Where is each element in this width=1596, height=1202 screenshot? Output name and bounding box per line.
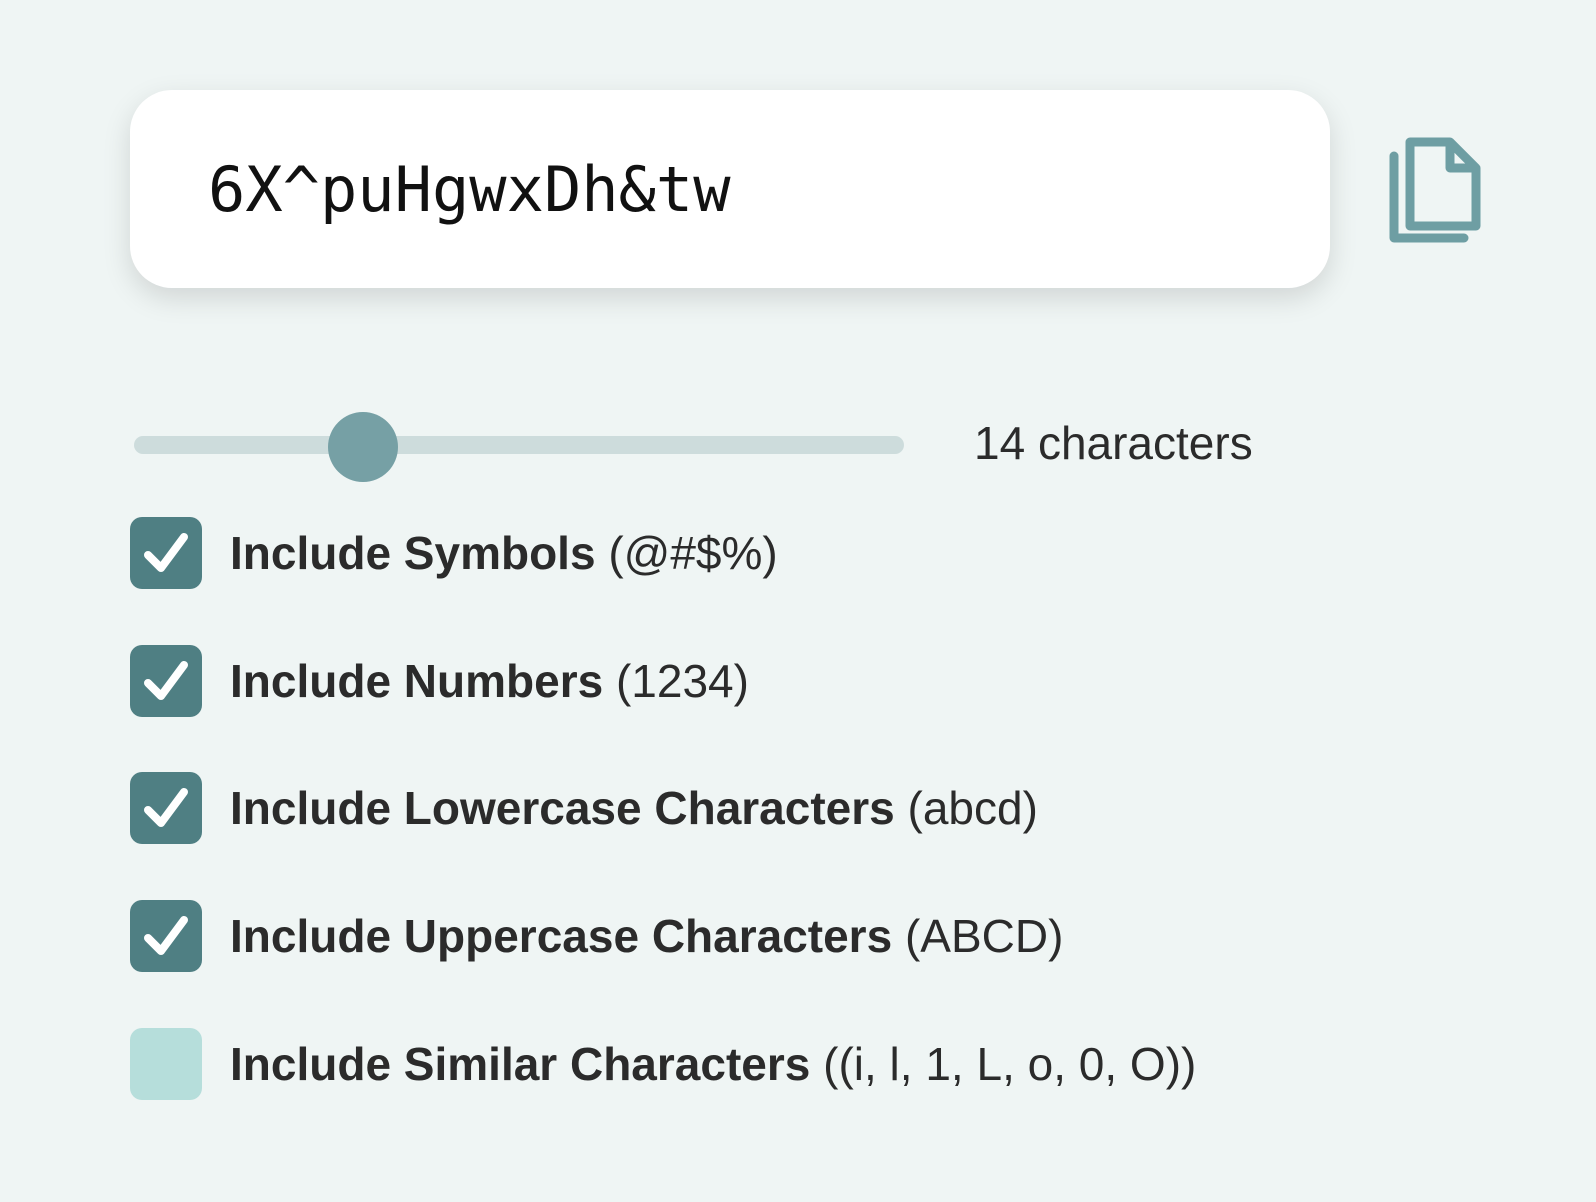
length-label: 14 characters (974, 417, 1253, 469)
option-include-symbols[interactable]: Include Symbols (@#$%) (130, 516, 778, 590)
option-label: Include Similar Characters ((i, l, 1, L,… (230, 1038, 1197, 1090)
checkbox-numbers[interactable] (130, 645, 202, 717)
option-include-similar[interactable]: Include Similar Characters ((i, l, 1, L,… (130, 1027, 1196, 1101)
checkbox-symbols[interactable] (130, 517, 202, 589)
checkbox-lowercase[interactable] (130, 772, 202, 844)
option-include-lowercase[interactable]: Include Lowercase Characters (abcd) (130, 771, 1038, 845)
checkmark-icon (144, 661, 188, 700)
checkmark-icon (144, 533, 188, 572)
option-label: Include Symbols (@#$%) (230, 527, 778, 579)
option-include-numbers[interactable]: Include Numbers (1234) (130, 644, 749, 718)
copy-button[interactable] (1384, 134, 1484, 246)
checkbox-similar[interactable] (130, 1028, 202, 1100)
slider-thumb[interactable] (328, 412, 399, 482)
checkmark-icon (144, 916, 188, 955)
checkmark-icon (144, 788, 188, 827)
length-slider[interactable] (134, 412, 904, 482)
option-label: Include Uppercase Characters (ABCD) (230, 910, 1064, 962)
slider-track[interactable] (134, 436, 904, 454)
password-text: 6X^puHgwxDh&tw (208, 152, 731, 226)
password-output[interactable]: 6X^puHgwxDh&tw (130, 90, 1330, 288)
copy-icon (1389, 137, 1481, 243)
checkbox-uppercase[interactable] (130, 900, 202, 972)
option-label: Include Numbers (1234) (230, 655, 749, 707)
option-include-uppercase[interactable]: Include Uppercase Characters (ABCD) (130, 899, 1063, 973)
option-label: Include Lowercase Characters (abcd) (230, 782, 1038, 834)
